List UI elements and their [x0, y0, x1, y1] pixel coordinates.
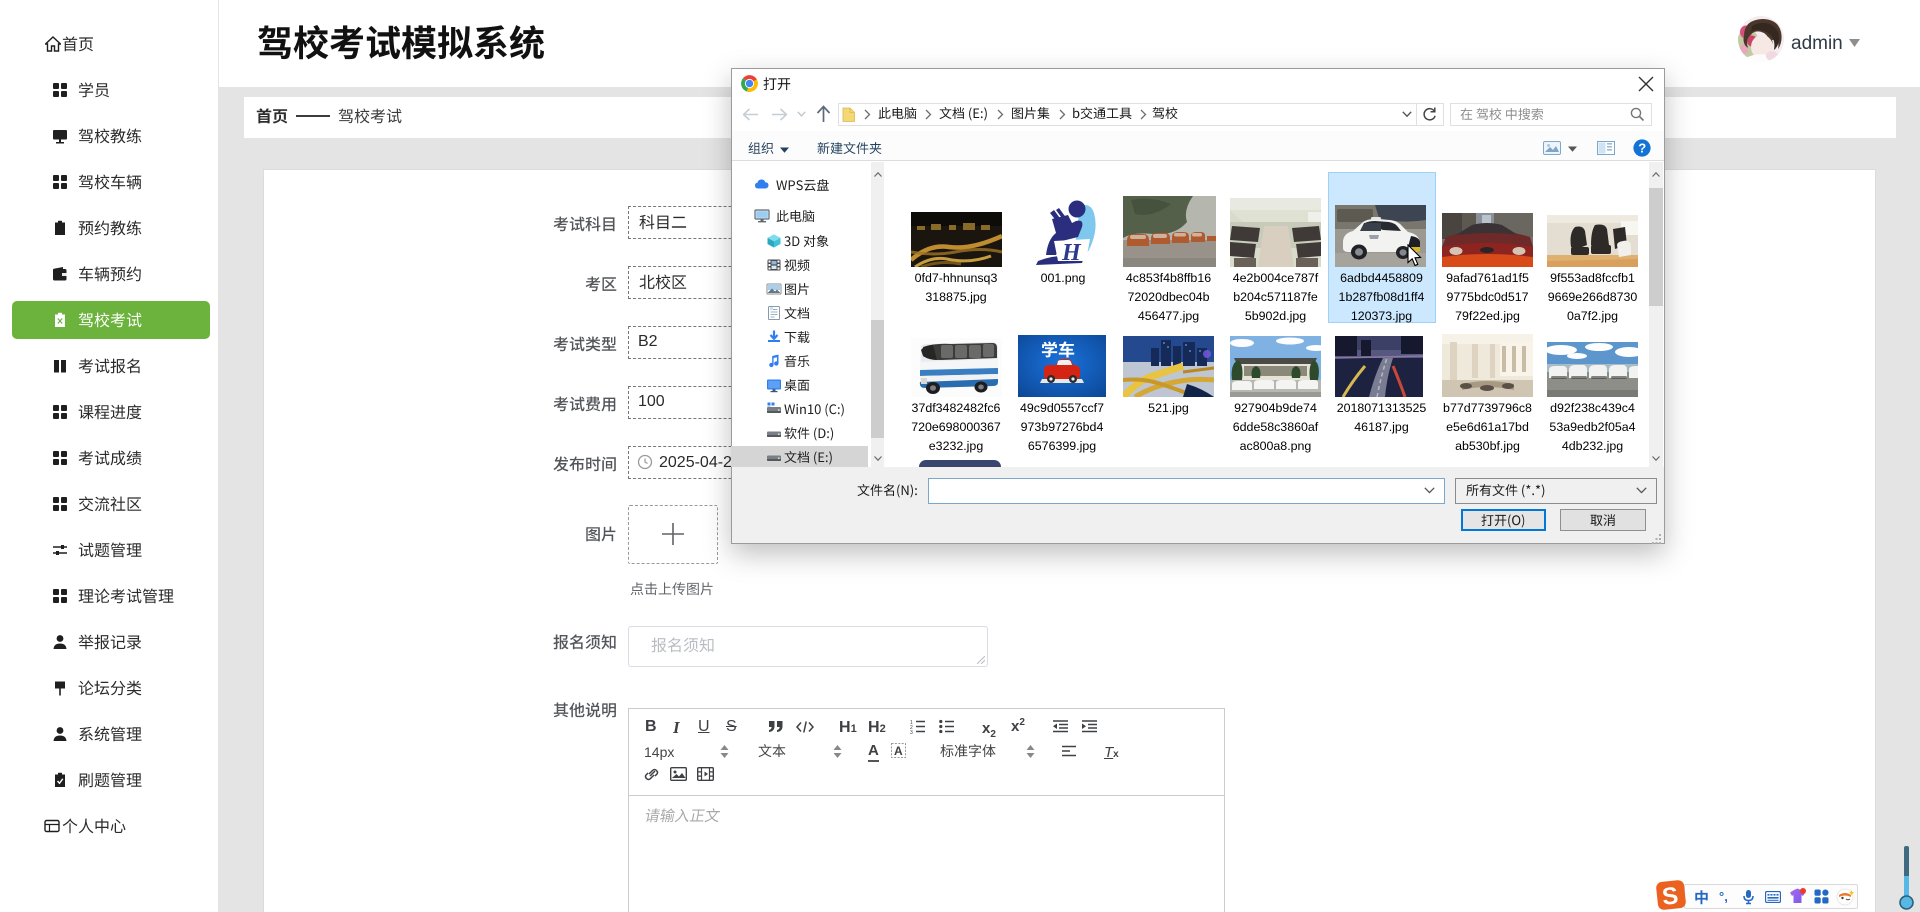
svg-text:H: H	[1061, 240, 1082, 265]
svg-text:S: S	[1661, 882, 1680, 911]
svg-text:?: ?	[1638, 141, 1646, 156]
svg-text:3: 3	[910, 730, 913, 734]
svg-text:A: A	[894, 744, 903, 758]
